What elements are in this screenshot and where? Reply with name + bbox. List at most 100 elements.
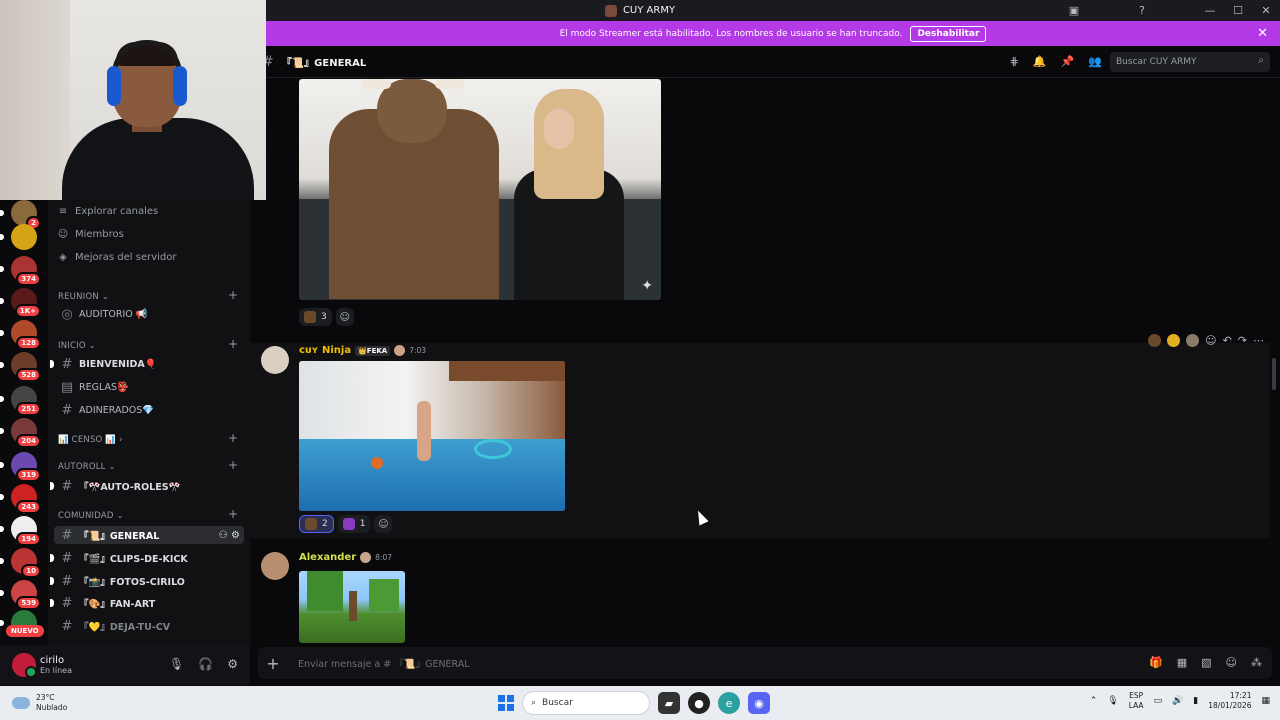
message-image[interactable] (299, 361, 565, 511)
member-list-icon[interactable]: 👥 (1088, 55, 1102, 68)
disable-streamer-button[interactable]: Deshabilitar (910, 25, 987, 42)
close-button[interactable]: ✕ (1252, 0, 1280, 21)
channel-general[interactable]: # 『📜』GENERAL ⚇ ⚙ (54, 526, 244, 544)
message-author[interactable]: ᴄᴜʏ Ninja (299, 345, 351, 356)
channel-deja-cv[interactable]: # 『💛』DEJA-TU-CV (54, 617, 244, 635)
avatar[interactable] (12, 653, 37, 678)
maximize-button[interactable]: ☐ (1224, 0, 1252, 21)
reply-icon[interactable]: ↶ (1223, 334, 1232, 347)
inbox-icon[interactable]: ▣ (1060, 0, 1088, 21)
server-icon[interactable]: 374 (0, 256, 41, 286)
new-badge[interactable]: NUEVO (6, 625, 44, 637)
server-icon[interactable]: 2 (0, 200, 41, 230)
emoji-icon[interactable]: ☺ (1226, 656, 1237, 669)
server-icon[interactable]: 1K+ (0, 288, 41, 318)
members-item[interactable]: ☺ Miembros (56, 229, 124, 240)
edge-icon[interactable]: e (718, 692, 740, 714)
scrollbar[interactable] (1272, 358, 1276, 390)
server-icon[interactable]: 319 (0, 452, 41, 482)
language-indicator[interactable]: ESP LAA (1129, 691, 1144, 711)
bell-icon[interactable]: 🔔 (1033, 55, 1047, 68)
category-censo[interactable]: 📊 CENSO 📊 › (58, 435, 123, 445)
network-icon[interactable]: ▭ (1154, 696, 1163, 706)
microphone-icon[interactable]: 🎙 (1107, 696, 1118, 706)
channel-reglas[interactable]: ▤ REGLAS👺 (54, 378, 244, 396)
message-author[interactable]: Alexander (299, 552, 356, 563)
add-channel-icon[interactable]: + (228, 431, 238, 445)
quick-reaction-icon[interactable] (1186, 334, 1200, 347)
avatar[interactable] (261, 552, 289, 580)
headphones-icon[interactable]: 🎧 (198, 657, 213, 671)
category-reunion[interactable]: REUNION ⌄ (58, 292, 109, 302)
server-icon[interactable]: 204 (0, 418, 41, 448)
add-reaction-icon[interactable]: ☺ (1205, 334, 1216, 347)
hash-icon: # (61, 618, 73, 634)
add-reaction-icon[interactable]: ☺ (374, 515, 393, 533)
server-icon[interactable]: 243 (0, 484, 41, 514)
server-icon[interactable] (0, 224, 37, 250)
username[interactable]: cirilo (40, 655, 72, 666)
help-icon[interactable]: ? (1128, 0, 1156, 21)
message-image[interactable]: ✦ (299, 79, 661, 300)
weather-widget[interactable]: 23°C Nublado (12, 693, 67, 713)
channel-fotos[interactable]: # 『📸』FOTOS-CIRILO (50, 572, 244, 590)
channel-auto-roles[interactable]: # 『🎌AUTO-ROLES🎌 (50, 477, 244, 495)
gear-icon[interactable]: ⚙ (227, 657, 238, 671)
avatar[interactable] (261, 346, 289, 374)
quick-reaction-icon[interactable] (1167, 334, 1181, 347)
threads-icon[interactable]: ⋕ (1010, 55, 1019, 68)
channel-clips[interactable]: # 『🎬』CLIPS-DE-KICK (50, 549, 244, 567)
forward-icon[interactable]: ↷ (1238, 334, 1247, 347)
channel-settings-icon[interactable]: ⚇ ⚙ (219, 530, 240, 541)
add-channel-icon[interactable]: + (228, 337, 238, 351)
gift-icon[interactable]: 🎁 (1149, 656, 1163, 669)
server-boosts-item[interactable]: ◈ Mejoras del servidor (56, 252, 176, 263)
minimize-button[interactable]: — (1196, 0, 1224, 21)
channel-fanart[interactable]: # 『🎨』FAN-ART (50, 594, 244, 612)
server-icon[interactable]: 194 (0, 516, 41, 546)
channel-bienvenida[interactable]: # BIENVENIDA🎈 (50, 355, 244, 373)
server-icon[interactable]: 251 (0, 386, 41, 416)
quick-reaction-icon[interactable] (1148, 334, 1162, 347)
clock[interactable]: 17:21 18/01/2026 (1208, 691, 1251, 711)
add-channel-icon[interactable]: + (228, 458, 238, 472)
add-channel-icon[interactable]: + (228, 507, 238, 521)
close-icon[interactable]: ✕ (1257, 26, 1268, 41)
channel-auditorio[interactable]: ◎ AUDITORIO 📢 (54, 305, 244, 323)
category-autoroll[interactable]: AUTOROLL ⌄ (58, 462, 116, 472)
category-comunidad[interactable]: COMUNIDAD ⌄ (58, 511, 124, 521)
channel-adinerados[interactable]: # ADINERADOS💎 (54, 401, 244, 419)
obs-icon[interactable]: ● (688, 692, 710, 714)
more-icon[interactable]: ⋯ (1253, 334, 1264, 347)
plus-icon[interactable]: + (258, 654, 288, 673)
badge-icon (394, 345, 406, 356)
message-input[interactable]: Enviar mensaje a # 『📜』GENERAL (298, 656, 470, 670)
start-button[interactable] (498, 695, 514, 711)
search-input[interactable]: Buscar CUY ARMY ⌕ (1110, 52, 1270, 72)
browse-channels-item[interactable]: ≡ Explorar canales (56, 206, 158, 217)
server-icon[interactable]: 528 (0, 352, 41, 382)
reaction[interactable]: 1 (337, 515, 371, 533)
server-icon[interactable]: 10 (0, 548, 41, 578)
pin-icon[interactable]: 📌 (1061, 55, 1075, 68)
message-image[interactable] (299, 571, 405, 643)
reaction[interactable]: 2 (299, 515, 334, 533)
notifications-icon[interactable]: ▦ (1261, 696, 1270, 706)
category-inicio[interactable]: INICIO ⌄ (58, 341, 96, 351)
apps-icon[interactable]: ⁂ (1251, 656, 1262, 669)
add-channel-icon[interactable]: + (228, 288, 238, 302)
volume-icon[interactable]: 🔊 (1172, 696, 1183, 706)
reaction[interactable]: 3 (299, 308, 332, 326)
sticker-icon[interactable]: ▧ (1201, 656, 1211, 669)
battery-icon[interactable]: ▮ (1193, 696, 1198, 706)
chevron-up-icon[interactable]: ⌃ (1090, 696, 1098, 706)
file-explorer-icon[interactable]: ▰ (658, 692, 680, 714)
server-icon[interactable]: 128 (0, 320, 41, 350)
add-reaction-icon[interactable]: ☺ (335, 308, 354, 326)
server-icon[interactable]: 539 (0, 580, 41, 610)
gif-icon[interactable]: ▦ (1177, 656, 1187, 669)
taskbar-search[interactable]: ⌕ Buscar (522, 691, 650, 715)
microphone-icon[interactable]: 🎙 (169, 657, 184, 671)
discord-icon[interactable]: ◉ (748, 692, 770, 714)
message-composer[interactable]: + Enviar mensaje a # 『📜』GENERAL 🎁 ▦ ▧ ☺ … (258, 647, 1272, 679)
